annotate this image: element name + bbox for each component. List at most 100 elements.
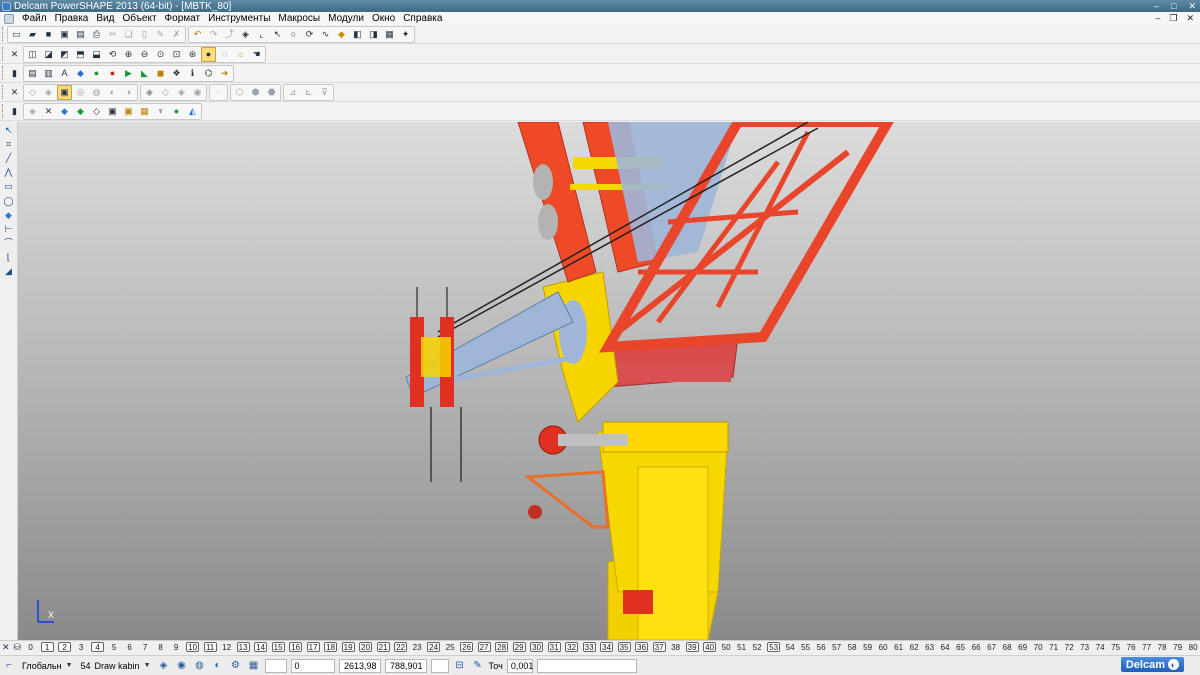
fillet-icon[interactable]: ⌊ [1, 251, 16, 264]
level-button[interactable]: 3 [76, 643, 87, 653]
lock-icon[interactable]: ⊟ [453, 659, 467, 673]
level-button[interactable]: 77 [1141, 643, 1152, 653]
menu-format[interactable]: Формат [161, 13, 205, 24]
cut-icon[interactable]: ✂ [105, 27, 120, 42]
shade-c-icon[interactable]: ▣ [57, 84, 72, 100]
toolbar-grip[interactable] [2, 47, 5, 61]
solid-box-icon[interactable]: ◆ [1, 209, 16, 222]
level-button[interactable]: 18 [324, 642, 338, 652]
close-toolbar-icon[interactable]: ✕ [7, 47, 22, 62]
render-d-icon[interactable]: ◉ [190, 85, 205, 100]
properties-icon[interactable]: ◈ [238, 27, 253, 42]
shade-f-icon[interactable]: ◐ [105, 85, 120, 100]
level-button[interactable]: 70 [1033, 643, 1044, 653]
solid-icon[interactable]: ◨ [366, 27, 381, 42]
rectangle-icon[interactable]: ▭ [1, 180, 16, 193]
workplane-status-icon[interactable]: ⌐ [2, 659, 16, 673]
level-button[interactable]: 62 [909, 643, 920, 653]
level-button[interactable]: 37 [652, 642, 666, 652]
drawing-icon[interactable]: ▤ [25, 66, 40, 81]
select-icon[interactable]: ↖ [270, 27, 285, 42]
dimension-icon[interactable]: ⊢ [1, 223, 16, 236]
blank-field[interactable] [264, 658, 287, 673]
level-button[interactable]: 13 [236, 642, 250, 652]
level-button[interactable]: 4 [91, 642, 105, 652]
render-c-icon[interactable]: ◈ [174, 85, 189, 100]
menu-tools[interactable]: Инструменты [204, 13, 274, 24]
view-top-icon[interactable]: ◩ [57, 47, 72, 62]
level-button[interactable]: 7 [140, 643, 151, 653]
minimize-icon[interactable]: – [1154, 1, 1159, 12]
zoom-window-icon[interactable]: ⊡ [169, 47, 184, 62]
text-icon[interactable]: A [57, 66, 72, 81]
line-icon[interactable]: ╱ [1, 152, 16, 165]
render-b-icon[interactable]: ◇ [158, 85, 173, 100]
doc-icon[interactable]: ▥ [41, 66, 56, 81]
shade-g-icon[interactable]: ◑ [121, 85, 136, 100]
shade-a-icon[interactable]: ◇ [25, 85, 40, 100]
level-button[interactable]: 75 [1110, 643, 1121, 653]
menu-edit[interactable]: Правка [51, 13, 93, 24]
curve-icon[interactable]: ∿ [318, 27, 333, 42]
section-b-icon[interactable]: ⬢ [248, 85, 263, 100]
shade-b-icon[interactable]: ◈ [41, 85, 56, 100]
level-button[interactable]: 23 [412, 643, 423, 653]
clip-a-icon[interactable]: ◌ [211, 85, 226, 100]
level-button[interactable]: 65 [955, 643, 966, 653]
level-button[interactable]: 20 [359, 642, 373, 652]
level-button[interactable]: 71 [1048, 643, 1059, 653]
level-button[interactable]: 1 [40, 642, 54, 652]
wire-mode-icon[interactable]: ◇ [89, 104, 104, 119]
info-icon[interactable]: ℹ [185, 66, 200, 81]
tree-mode-icon[interactable]: ♆ [153, 104, 168, 119]
level-button[interactable]: 16 [289, 642, 303, 652]
level-button[interactable]: 31 [547, 642, 561, 652]
view-front-icon[interactable]: ◫ [25, 47, 40, 62]
history-icon[interactable]: ⤴ [222, 27, 237, 42]
triangle-icon[interactable]: ◣ [137, 66, 152, 81]
copy-icon[interactable]: ❏ [121, 27, 136, 42]
box-icon[interactable]: ◼ [153, 66, 168, 81]
toolbar-grip[interactable] [2, 85, 5, 99]
level-button[interactable]: 24 [427, 642, 441, 652]
paste-icon[interactable]: ▯ [137, 27, 152, 42]
cube-mode2-icon[interactable]: ▣ [121, 104, 136, 119]
level-button[interactable]: 28 [495, 642, 509, 652]
level-button[interactable]: 34 [600, 642, 614, 652]
level-button[interactable]: 73 [1079, 643, 1090, 653]
level-button[interactable]: 26 [460, 642, 474, 652]
view-rotate-icon[interactable]: ⟲ [105, 47, 120, 62]
zoom-in-icon[interactable]: ⊕ [121, 47, 136, 62]
measure-a-icon[interactable]: ⊿ [285, 85, 300, 100]
level-button[interactable]: 33 [582, 642, 596, 652]
play-icon[interactable]: ▶ [121, 66, 136, 81]
level-button[interactable]: 57 [831, 643, 842, 653]
level-button[interactable]: 58 [847, 643, 858, 653]
doc-minimize-icon[interactable]: – [1155, 13, 1160, 24]
menu-file[interactable]: Файл [18, 13, 51, 24]
layers-icon[interactable]: ▦ [382, 27, 397, 42]
menu-help[interactable]: Справка [399, 13, 446, 24]
surface-icon[interactable]: ◧ [350, 27, 365, 42]
level-button[interactable]: 68 [1002, 643, 1013, 653]
globe-icon[interactable]: ⊛ [185, 47, 200, 62]
level-button[interactable]: 30 [530, 642, 544, 652]
workplane-icon[interactable]: ⌗ [1, 138, 16, 151]
fill-mode-icon[interactable]: ◭ [185, 104, 200, 119]
level-button[interactable]: 74 [1095, 643, 1106, 653]
ball-mode-icon[interactable]: ● [169, 104, 184, 119]
level-button[interactable]: 79 [1172, 643, 1183, 653]
level-button[interactable]: 6 [124, 643, 135, 653]
zoom-out-icon[interactable]: ⊖ [137, 47, 152, 62]
section-a-icon[interactable]: ⬡ [232, 85, 247, 100]
lasso-icon[interactable]: ⟳ [302, 27, 317, 42]
grid-mode-icon[interactable]: ▦ [137, 104, 152, 119]
tolerance-field[interactable]: 0,001 [506, 658, 533, 673]
level-button[interactable]: 10 [186, 642, 200, 652]
level-button[interactable]: 59 [862, 643, 873, 653]
level-button[interactable]: 15 [271, 642, 285, 652]
doc-close-icon[interactable]: ✕ [1186, 13, 1194, 24]
material3-icon[interactable]: ◍ [193, 659, 207, 673]
level-button[interactable]: 69 [1017, 643, 1028, 653]
close-toolbar-icon[interactable]: ✕ [7, 85, 22, 100]
